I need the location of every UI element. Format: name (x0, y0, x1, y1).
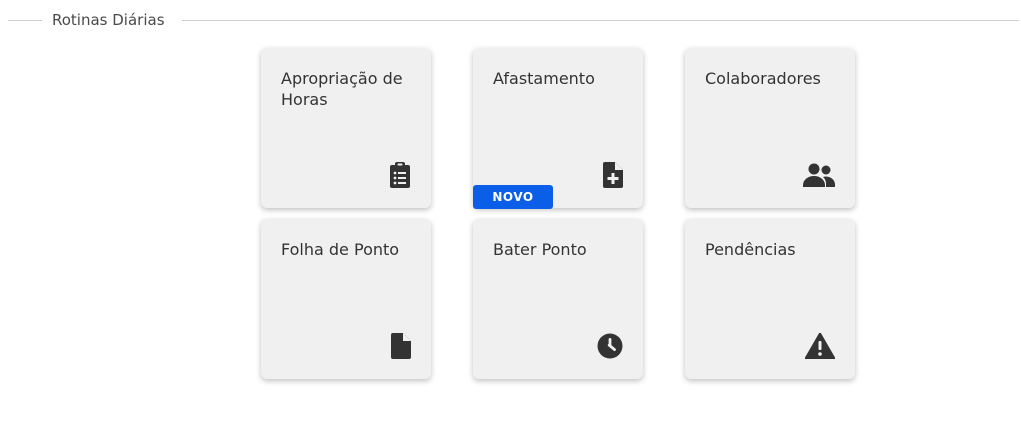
card-label: Bater Ponto (493, 240, 587, 259)
divider-right (182, 20, 1019, 21)
file-icon (379, 333, 411, 359)
new-badge: NOVO (473, 185, 553, 209)
clock-icon (591, 333, 623, 359)
card-label: Colaboradores (705, 69, 821, 88)
card-pendencias[interactable]: Pendências (685, 219, 855, 379)
card-label: Afastamento (493, 69, 595, 88)
section-header: Rotinas Diárias (8, 10, 1019, 30)
divider-left (8, 20, 42, 21)
card-afastamento[interactable]: Afastamento NOVO (473, 48, 643, 209)
users-icon (803, 162, 835, 188)
card-folha-de-ponto[interactable]: Folha de Ponto (261, 219, 431, 379)
card-bater-ponto[interactable]: Bater Ponto (473, 219, 643, 379)
card-label: Apropriação de Horas (281, 69, 403, 109)
file-plus-icon (591, 162, 623, 188)
card-colaboradores[interactable]: Colaboradores (685, 48, 855, 208)
card-label: Pendências (705, 240, 796, 259)
card-apropriacao-de-horas[interactable]: Apropriação de Horas (261, 48, 431, 208)
warning-icon (803, 333, 835, 359)
section-title: Rotinas Diárias (52, 11, 165, 29)
card-label: Folha de Ponto (281, 240, 400, 259)
clipboard-list-icon (379, 162, 411, 188)
